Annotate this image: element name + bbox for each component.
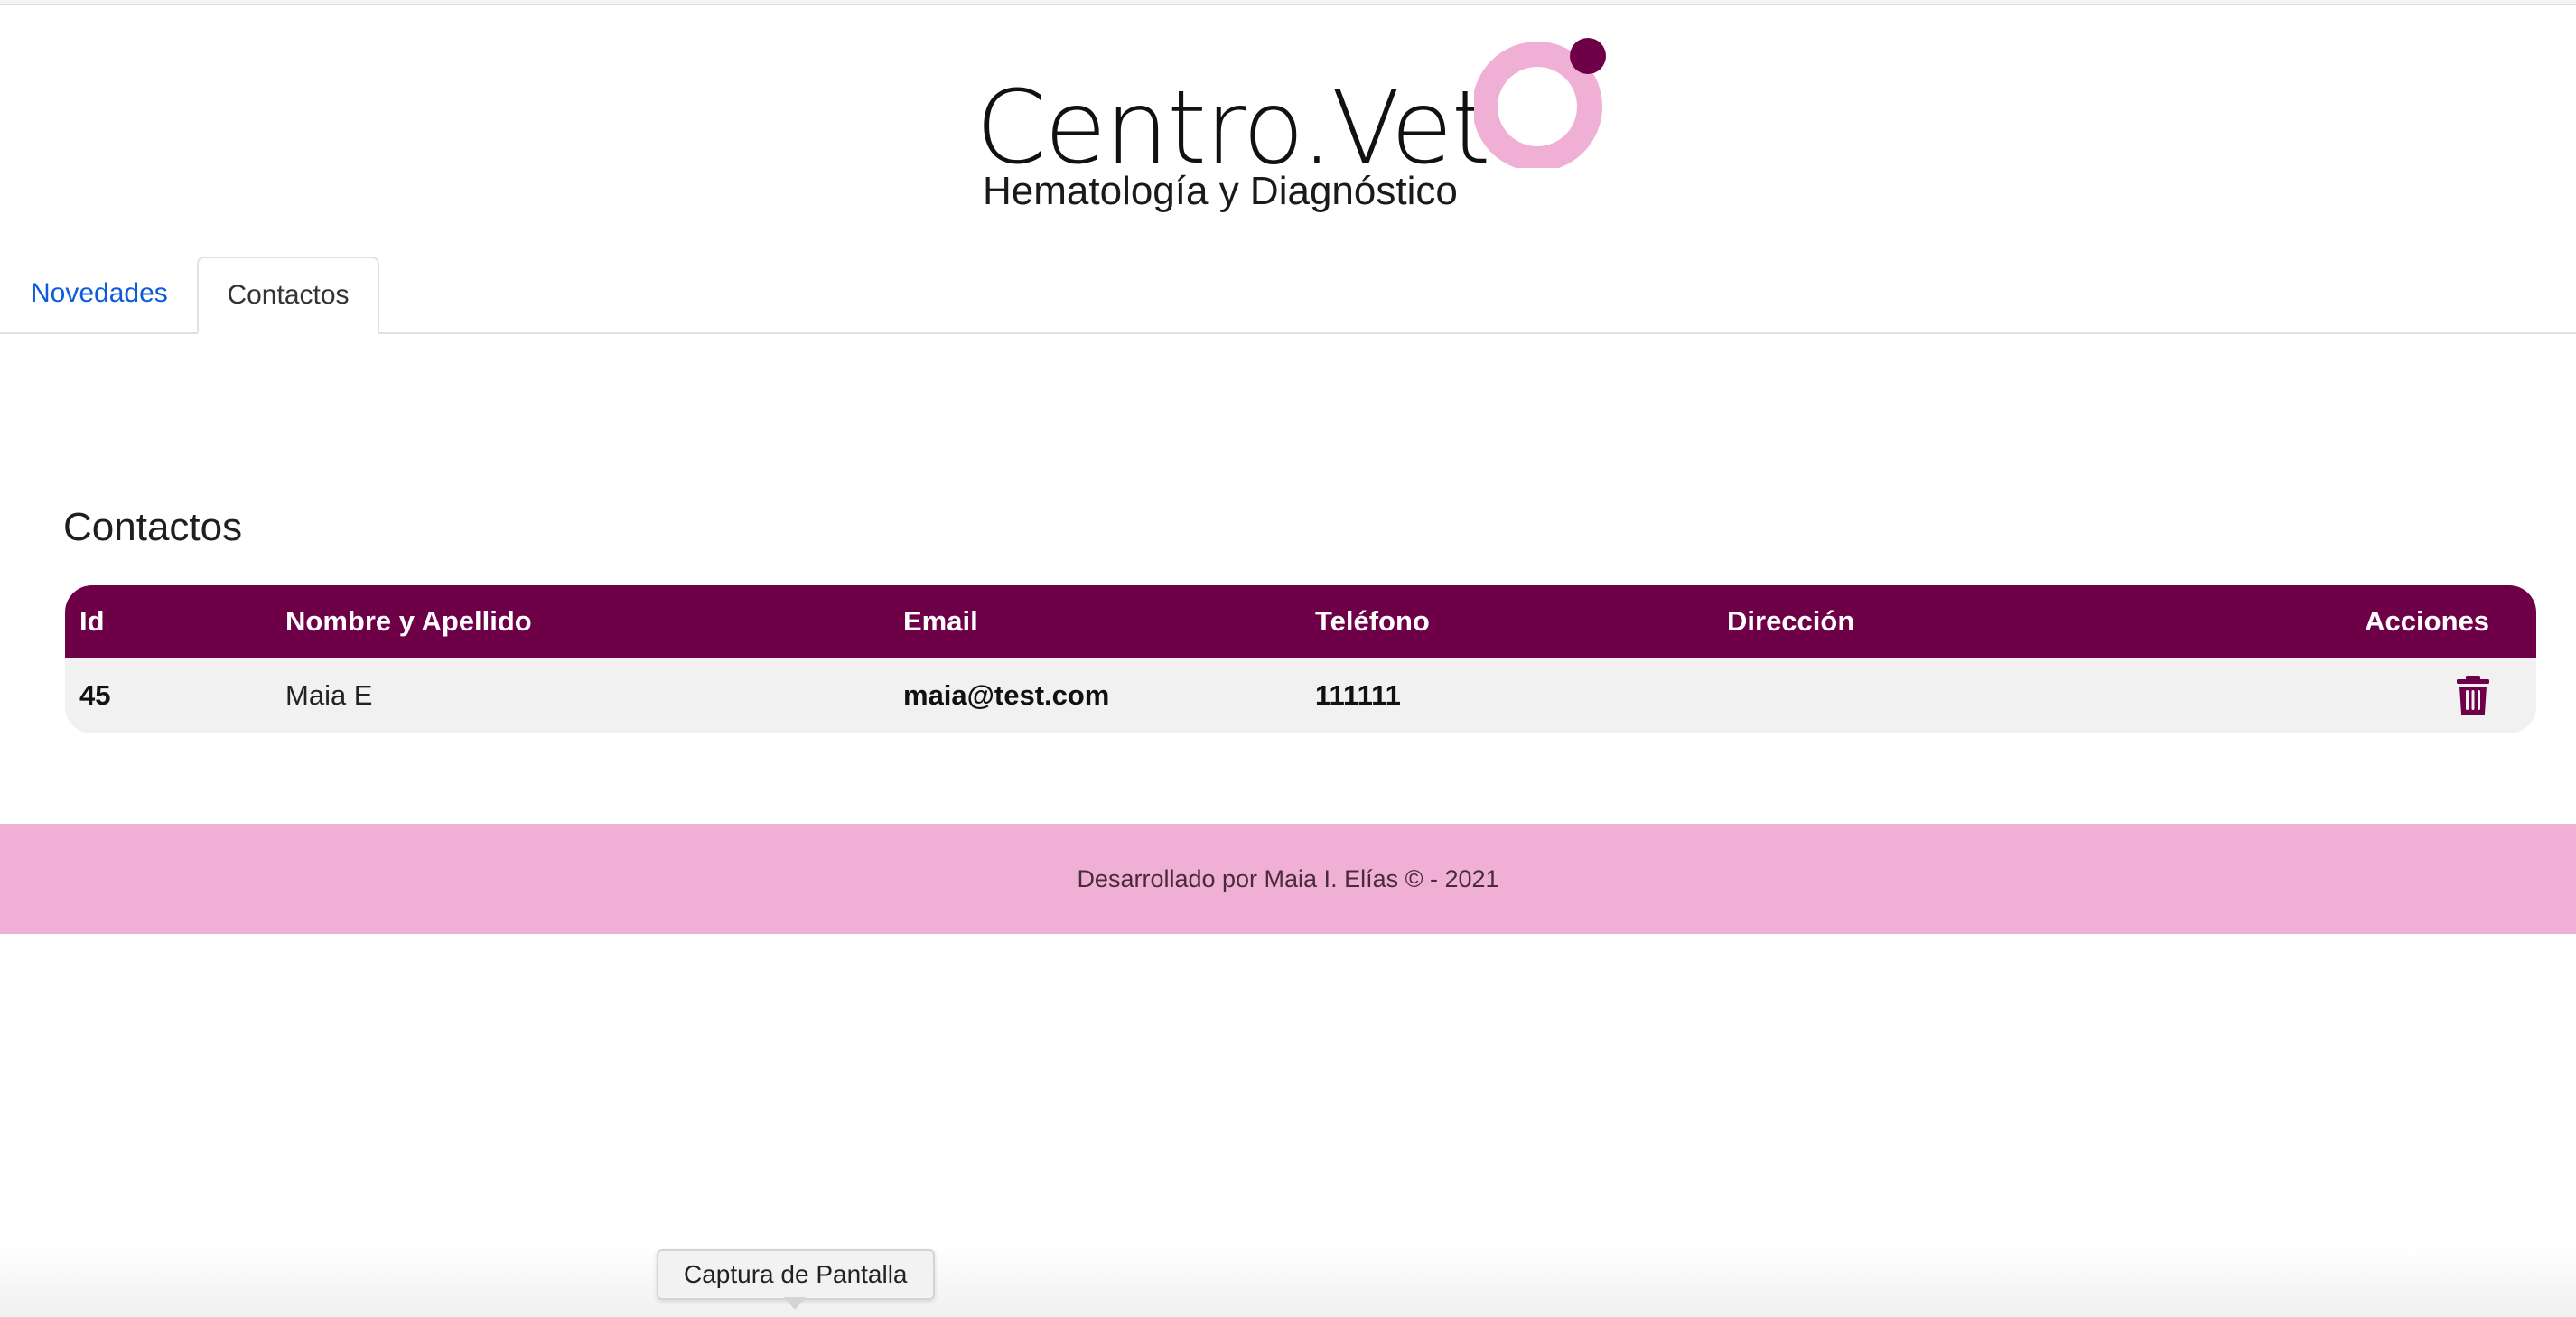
- column-header-nombre: Nombre y Apellido: [285, 605, 532, 637]
- column-header-direccion: Dirección: [1727, 605, 1855, 637]
- dock-shadow: [0, 1247, 2576, 1317]
- logo-subtitle: Hematología y Diagnóstico: [983, 169, 1458, 213]
- tab-bar: Novedades Contactos: [0, 257, 2576, 334]
- cell-acciones: [2413, 658, 2533, 733]
- table-row: 45 Maia E maia@test.com 111111: [65, 658, 2536, 733]
- tab-contactos[interactable]: Contactos: [197, 257, 379, 334]
- site-footer: Desarrollado por Maia I. Elías © - 2021: [0, 824, 2576, 934]
- tab-novedades[interactable]: Novedades: [0, 257, 199, 331]
- logo-ring-icon: [1474, 38, 1606, 168]
- cell-telefono: 111111: [1315, 679, 1401, 711]
- centro-vet-logo[interactable]: Centro.Vet Hematología y Diagnóstico: [975, 33, 1626, 231]
- tooltip-arrow: [784, 1297, 806, 1310]
- column-header-telefono: Teléfono: [1315, 605, 1430, 637]
- cell-email: maia@test.com: [903, 679, 1110, 711]
- column-header-acciones: Acciones: [2365, 605, 2489, 637]
- screenshot-tooltip: Captura de Pantalla: [657, 1249, 935, 1300]
- site-header: Centro.Vet Hematología y Diagnóstico: [0, 0, 2576, 235]
- trash-icon[interactable]: [2455, 676, 2491, 715]
- cell-nombre: Maia E: [285, 679, 373, 711]
- page-title: Contactos: [63, 505, 243, 549]
- table-header-row: Id Nombre y Apellido Email Teléfono Dire…: [65, 585, 2536, 658]
- column-header-id: Id: [79, 605, 105, 637]
- cell-id: 45: [79, 679, 111, 711]
- column-header-email: Email: [903, 605, 978, 637]
- logo-wordmark: Centro.Vet: [975, 70, 1490, 187]
- contacts-table: Id Nombre y Apellido Email Teléfono Dire…: [65, 585, 2536, 733]
- footer-credit: Desarrollado por Maia I. Elías © - 2021: [1077, 864, 1499, 892]
